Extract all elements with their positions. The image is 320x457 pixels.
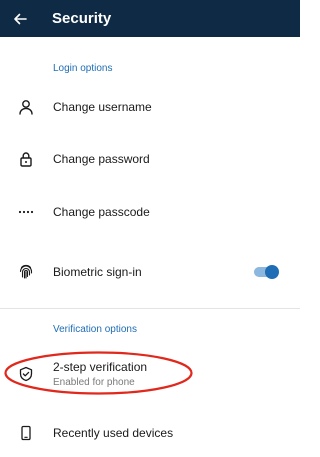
back-button[interactable] [0,0,40,37]
list-item-recently-used-devices[interactable]: Recently used devices [0,408,300,457]
person-icon [16,97,36,117]
list-item-label: Biometric sign-in [53,265,142,279]
section-header-verification-options: Verification options [53,324,137,335]
list-item-label: Change password [53,152,150,166]
list-item-subtitle: Enabled for phone [53,377,135,388]
list-item-label: Change passcode [53,205,150,219]
list-item-label: Change username [53,100,152,114]
list-item-label: 2-step verification [53,360,148,374]
toggle-knob [265,265,279,279]
list-item-label: Recently used devices [53,426,174,440]
lock-icon [16,149,36,169]
section-divider [0,308,300,309]
list-item-change-passcode[interactable]: Change passcode [0,187,300,237]
app-bar: Security [0,0,300,37]
security-screen: Security Login options Change username C… [0,0,300,457]
list-item-change-username[interactable]: Change username [0,82,300,132]
arrow-left-icon [14,13,27,24]
biometric-toggle[interactable] [254,265,279,279]
section-header-login-options: Login options [53,63,113,74]
phone-icon [16,423,36,443]
list-item-2-step-verification[interactable]: 2-step verification Enabled for phone [0,349,300,399]
page-title: Security [52,10,112,27]
list-item-change-password[interactable]: Change password [0,134,300,184]
dots-icon [16,202,36,222]
fingerprint-icon [16,262,36,282]
shield-check-icon [16,364,36,384]
